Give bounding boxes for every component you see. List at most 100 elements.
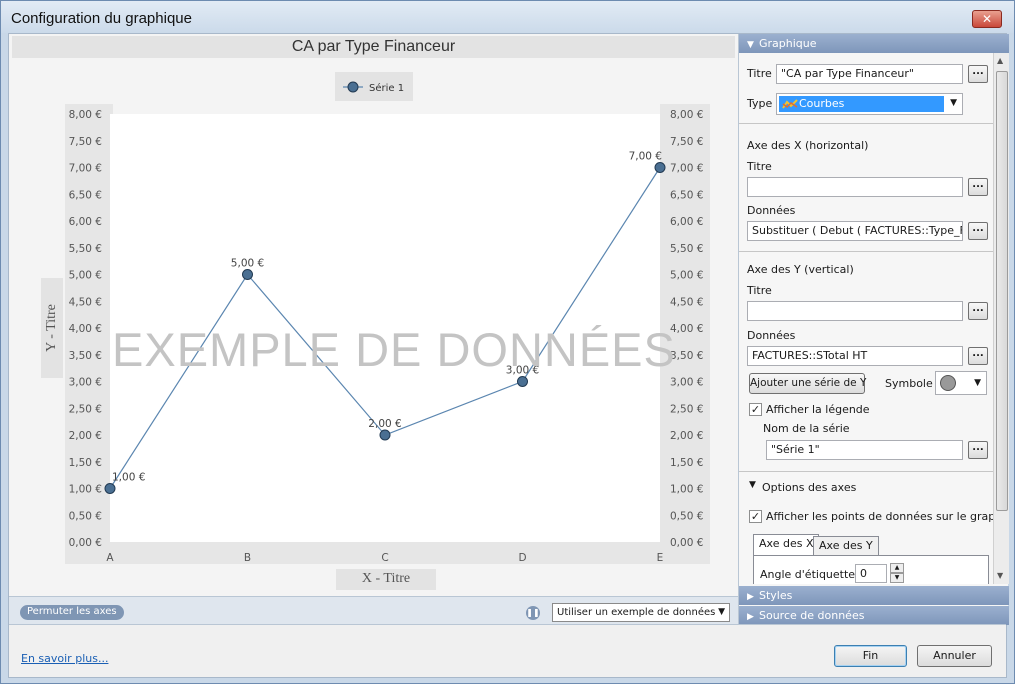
triangle-right-icon: ▶ — [747, 592, 754, 602]
label-angle-field[interactable]: 0 — [855, 564, 887, 583]
y-tick-label-right: 7,50 € — [670, 136, 703, 148]
y-tick-label-left: 2,50 € — [69, 403, 102, 415]
y-tick-label-right: 2,50 € — [670, 403, 703, 415]
divider — [739, 123, 993, 124]
y-tick-label-right: 6,50 € — [670, 189, 703, 201]
label-angle-stepper[interactable]: ▲ ▼ — [890, 563, 904, 583]
chart-preview: CA par Type Financeur Série 1 0,00 €0,00 … — [9, 34, 738, 596]
section-header-styles-label: Styles — [759, 589, 793, 602]
y-tick-label-left: 8,00 € — [69, 109, 102, 121]
section-header-styles[interactable]: ▶ Styles — [739, 586, 1009, 605]
cancel-button[interactable]: Annuler — [917, 645, 992, 667]
close-button[interactable]: ✕ — [972, 10, 1002, 28]
legend-marker-icon — [347, 81, 359, 93]
x-axis-title-label: Titre — [747, 160, 772, 173]
data-label: 1,00 € — [112, 472, 145, 484]
y-tick-label-right: 2,00 € — [670, 430, 703, 442]
sample-data-watermark: EXEMPLE DE DONNÉES — [112, 323, 676, 376]
chart-title-formula-button[interactable]: ... — [968, 65, 988, 83]
sample-data-select-value: Utiliser un exemple de données — [557, 607, 716, 618]
scrollbar-thumb[interactable] — [996, 71, 1008, 511]
settings-scroll-area: Titre "CA par Type Financeur" ... Type C… — [739, 53, 1009, 584]
show-legend-checkbox[interactable]: ✓ — [749, 403, 762, 416]
stepper-down-icon[interactable]: ▼ — [890, 573, 904, 583]
stepper-up-icon[interactable]: ▲ — [890, 563, 904, 573]
data-point — [242, 269, 253, 280]
swap-axes-button[interactable]: Permuter les axes — [20, 605, 124, 620]
show-legend-label: Afficher la légende — [766, 403, 870, 416]
y-axis-title: Y - Titre — [44, 304, 59, 352]
y-tick-label-left: 6,00 € — [69, 216, 102, 228]
y-tick-label-left: 4,50 € — [69, 296, 102, 308]
triangle-down-icon[interactable]: ▼ — [749, 480, 756, 490]
window-title: Configuration du graphique — [11, 10, 192, 27]
x-tick-label: A — [106, 552, 114, 564]
symbol-select[interactable]: ▼ — [935, 371, 987, 395]
learn-more-link[interactable]: En savoir plus... — [21, 652, 108, 665]
series-name-field[interactable]: "Série 1" — [766, 440, 963, 460]
y-tick-label-left: 7,50 € — [69, 136, 102, 148]
x-tick-label: B — [244, 552, 251, 564]
x-axis-title-field[interactable] — [747, 177, 963, 197]
pause-icon[interactable]: ❚❚ — [526, 606, 540, 620]
tab-y-axis[interactable]: Axe des Y — [813, 536, 879, 556]
y-axis-title-label: Titre — [747, 284, 772, 297]
y-tick-label-right: 1,50 € — [670, 457, 703, 469]
y-tick-label-left: 1,00 € — [69, 484, 102, 496]
sample-data-select[interactable]: Utiliser un exemple de données ▼ — [552, 603, 730, 622]
chevron-down-icon: ▼ — [974, 378, 981, 388]
y-axis-data-formula-button[interactable]: ... — [968, 347, 988, 365]
legend-label: Série 1 — [369, 82, 404, 94]
chart-type-select[interactable]: Courbes ▼ — [776, 93, 963, 115]
chevron-down-icon: ▼ — [950, 98, 957, 108]
x-axis-section-label: Axe des X (horizontal) — [747, 139, 869, 152]
y-axis-data-label: Données — [747, 329, 796, 342]
x-axis-title-formula-button[interactable]: ... — [968, 178, 988, 196]
y-tick-label-left: 3,00 € — [69, 377, 102, 389]
y-axis-section-label: Axe des Y (vertical) — [747, 263, 854, 276]
data-label: 7,00 € — [629, 151, 662, 163]
y-tick-label-left: 3,50 € — [69, 350, 102, 362]
chevron-down-icon: ▼ — [718, 607, 725, 617]
y-axis-title-field[interactable] — [747, 301, 963, 321]
y-tick-label-right: 3,00 € — [670, 377, 703, 389]
title-bar: Configuration du graphique ✕ — [1, 1, 1014, 33]
x-axis-data-formula-button[interactable]: ... — [968, 222, 988, 240]
x-axis-data-field[interactable]: Substituer ( Debut ( FACTURES::Type_Fina — [747, 221, 963, 241]
scroll-down-icon[interactable]: ▼ — [997, 571, 1003, 580]
tab-x-axis[interactable]: Axe des X — [753, 534, 820, 557]
chart-config-dialog: Configuration du graphique ✕ CA par Type… — [0, 0, 1015, 684]
series-name-formula-button[interactable]: ... — [968, 441, 988, 459]
y-tick-label-left: 1,50 € — [69, 457, 102, 469]
chart-toolbar: Permuter les axes ❚❚ Utiliser un exemple… — [9, 596, 738, 624]
y-tick-label-right: 6,00 € — [670, 216, 703, 228]
section-header-data-source[interactable]: ▶ Source de données — [739, 606, 1009, 625]
section-header-graphique-label: Graphique — [759, 37, 817, 50]
data-point — [654, 162, 666, 173]
titre-label: Titre — [747, 67, 772, 80]
chart-title-field[interactable]: "CA par Type Financeur" — [776, 64, 963, 84]
y-tick-label-left: 4,00 € — [69, 323, 102, 335]
y-axis-data-field[interactable]: FACTURES::STotal HT — [747, 346, 963, 366]
y-tick-label-left: 5,50 € — [69, 243, 102, 255]
circle-symbol-icon — [940, 375, 956, 391]
section-header-graphique[interactable]: ▼ Graphique — [739, 34, 1009, 53]
data-point — [517, 376, 528, 387]
y-tick-label-right: 4,50 € — [670, 296, 703, 308]
y-tick-label-right: 0,50 € — [670, 510, 703, 522]
settings-scrollbar[interactable]: ▲ ▼ — [993, 53, 1009, 584]
y-tick-label-left: 2,00 € — [69, 430, 102, 442]
show-data-points-checkbox[interactable]: ✓ — [749, 510, 762, 523]
add-y-series-button[interactable]: Ajouter une série de Y — [749, 373, 866, 394]
chart-type-selected: Courbes — [779, 96, 944, 112]
scroll-up-icon[interactable]: ▲ — [997, 56, 1003, 65]
axes-options-label[interactable]: Options des axes — [762, 481, 856, 494]
label-angle-label: Angle d'étiquette : — [760, 568, 863, 581]
finish-button[interactable]: Fin — [834, 645, 907, 667]
settings-panel: ▼ Graphique Titre "CA par Type Financeur"… — [738, 34, 1009, 625]
y-tick-label-left: 0,50 € — [69, 510, 102, 522]
y-axis-title-formula-button[interactable]: ... — [968, 302, 988, 320]
y-tick-label-right: 0,00 € — [670, 537, 703, 549]
x-axis-data-label: Données — [747, 204, 796, 217]
data-point — [379, 429, 391, 441]
